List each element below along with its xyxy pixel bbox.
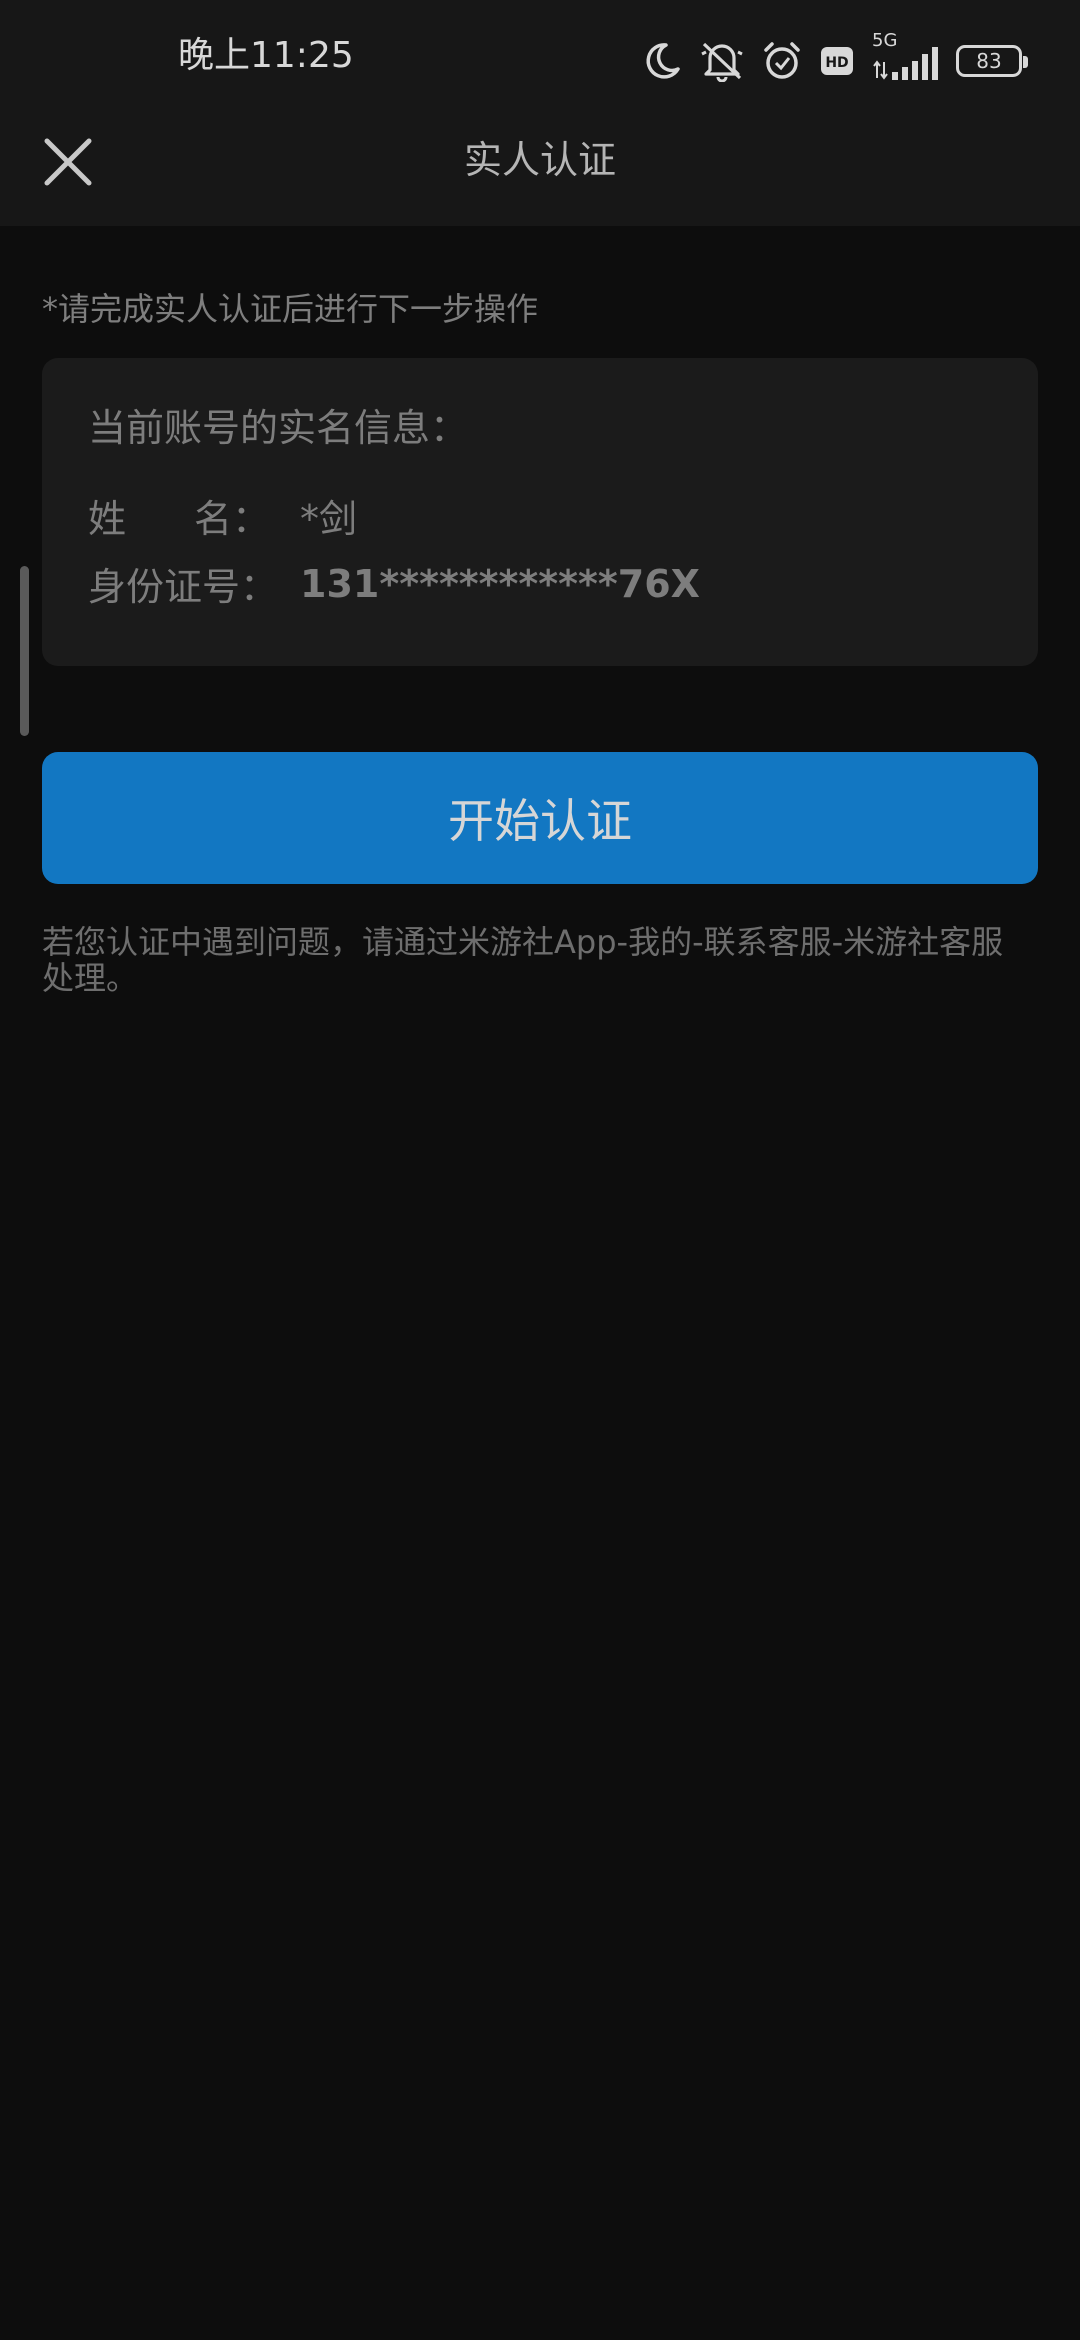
- id-label: 身份证号：: [88, 565, 279, 610]
- start-verification-button[interactable]: 开始认证: [42, 752, 1038, 884]
- moon-icon: [644, 41, 682, 81]
- status-time: 晚上11:25: [178, 35, 354, 76]
- card-title: 当前账号的实名信息：: [88, 406, 469, 450]
- id-value: 131************76X: [300, 561, 700, 606]
- id-row: 身份证号： 131************76X: [88, 550, 992, 618]
- name-value: *剑: [300, 497, 358, 542]
- notice-text: *请完成实人认证后进行下一步操作: [42, 290, 539, 328]
- scrollbar[interactable]: [20, 566, 29, 736]
- name-row: 姓 名： *剑: [88, 482, 992, 550]
- status-icons: HD 5G 83: [644, 32, 1028, 86]
- battery-icon: 83: [956, 45, 1028, 77]
- page-title: 实人认证: [463, 138, 616, 182]
- status-bar: 晚上11:25 HD 5G 83: [0, 0, 1080, 120]
- name-label-part-1: 姓: [88, 497, 127, 542]
- svg-text:HD: HD: [825, 55, 848, 71]
- alarm-icon: [762, 41, 802, 81]
- bell-off-icon: [700, 40, 744, 82]
- real-name-info-card: 当前账号的实名信息： 姓 名： *剑 身份证号： 131************…: [42, 358, 1038, 666]
- hd-icon: HD: [820, 46, 854, 76]
- header-bar: 实人认证: [0, 120, 1080, 226]
- signal-icon: 5G: [872, 32, 938, 84]
- name-label: 姓 名：: [88, 488, 270, 543]
- battery-level: 83: [976, 49, 1002, 73]
- name-label-part-2: 名：: [193, 497, 270, 542]
- help-text: 若您认证中遇到问题，请通过米游社App-我的-联系客服-米游社客服 处理。: [42, 923, 1004, 997]
